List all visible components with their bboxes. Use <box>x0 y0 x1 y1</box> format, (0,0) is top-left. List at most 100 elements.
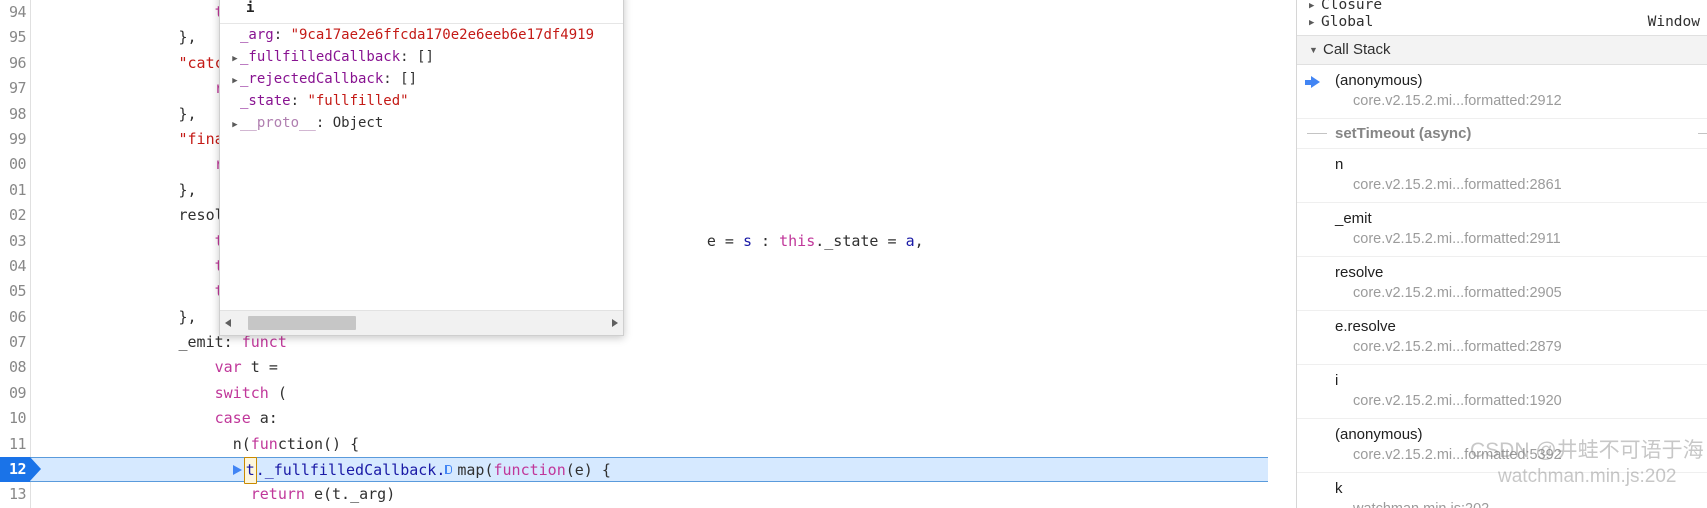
line-number[interactable]: 00 <box>0 152 30 177</box>
line-number[interactable]: 04 <box>0 254 30 279</box>
step-into-marker-icon[interactable] <box>232 465 244 476</box>
scope-row-global[interactable]: ▶ Global Window <box>1297 10 1707 35</box>
property-value: Object <box>332 115 384 131</box>
call-stack-section-header[interactable]: ▼ Call Stack <box>1297 35 1707 65</box>
call-stack-frame[interactable]: k watchman.min.js:202 <box>1297 473 1707 508</box>
line-number[interactable]: 07 <box>0 330 30 355</box>
code-token: fun <box>250 434 278 453</box>
code-line[interactable]: 96 "catch": fun <box>0 51 1268 76</box>
code-line[interactable]: 11 n(function() { <box>0 432 1268 457</box>
code-line[interactable]: 13 return e(t._arg) <box>0 482 1268 507</box>
property-separator: : <box>383 71 401 87</box>
call-stack-frame[interactable]: n core.v2.15.2.mi...formatted:2861 <box>1297 149 1707 203</box>
code-line[interactable]: 05 this._em <box>0 279 1268 304</box>
line-number[interactable]: 09 <box>0 381 30 406</box>
call-stack-source-location[interactable]: core.v2.15.2.mi...formatted:1920 <box>1335 391 1702 412</box>
code-editor[interactable]: 94 this95 },96 "catch": fun97 return t98… <box>0 0 1268 508</box>
call-stack-source-location[interactable]: watchman.min.js:202 <box>1335 499 1702 508</box>
line-number[interactable]: 95 <box>0 25 30 50</box>
call-stack-frame[interactable]: (anonymous) core.v2.15.2.mi...formatted:2… <box>1297 65 1707 119</box>
popover-horizontal-scrollbar[interactable] <box>220 310 623 335</box>
code-line[interactable]: 00 return t <box>0 152 1268 177</box>
code-line[interactable]: 10 case a: <box>0 406 1268 431</box>
call-stack-source-location[interactable]: core.v2.15.2.mi...formatted:2911 <box>1335 229 1702 250</box>
code-line[interactable]: 04 this._ar <box>0 254 1268 279</box>
scrollbar-thumb[interactable] <box>248 316 356 330</box>
code-line-active[interactable]: 12 t._fullfilledCallback. map(function(e)… <box>0 457 1268 485</box>
code-line[interactable]: 99 "finally": f <box>0 127 1268 152</box>
call-stack-source-location[interactable]: core.v2.15.2.mi...formatted:2861 <box>1335 175 1702 196</box>
code-line[interactable]: 06 }, <box>0 305 1268 330</box>
code-line[interactable]: 98 }, <box>0 102 1268 127</box>
code-token: a: <box>250 409 278 428</box>
call-stack-source-location[interactable]: core.v2.15.2.mi...formatted:2912 <box>1335 91 1702 112</box>
scope-row-closure[interactable]: ▶ Closure <box>1297 0 1707 10</box>
object-value-popover[interactable]: i ▶_arg: "9ca17ae2e6ffcda170e2e6eeb6e17d… <box>219 0 624 336</box>
call-stack-source-location[interactable]: core.v2.15.2.mi...formatted:5392 <box>1335 445 1702 466</box>
line-number[interactable]: 96 <box>0 51 30 76</box>
line-number[interactable]: 11 <box>0 432 30 457</box>
code-line-text: }, <box>34 178 197 203</box>
call-stack-function-name: _emit <box>1335 210 1372 227</box>
code-line[interactable]: 94 this <box>0 0 1268 25</box>
line-number[interactable]: 05 <box>0 279 30 304</box>
line-number[interactable]: 06 <box>0 305 30 330</box>
property-separator: : <box>273 27 291 43</box>
code-line[interactable]: 08 var t = <box>0 355 1268 380</box>
code-line-text: t._fullfilledCallback. map(function(e) { <box>34 457 611 485</box>
step-into-marker-hollow-icon[interactable] <box>445 465 456 476</box>
call-stack-title: Call Stack <box>1323 41 1391 58</box>
code-line-text: }, <box>34 102 197 127</box>
code-line[interactable]: 07 _emit: funct <box>0 330 1268 355</box>
call-stack-frame[interactable]: e.resolve core.v2.15.2.mi...formatted:287… <box>1297 311 1707 365</box>
line-number[interactable]: 94 <box>0 0 30 25</box>
scroll-left-arrow-icon[interactable] <box>220 311 237 335</box>
code-token: t <box>241 358 269 377</box>
popover-property-row[interactable]: ▶_arg: "9ca17ae2e6ffcda170e2e6eeb6e17df4… <box>220 24 623 46</box>
line-number[interactable]: 97 <box>0 76 30 101</box>
call-stack-function-name: resolve <box>1335 264 1384 281</box>
call-stack-frame[interactable]: i core.v2.15.2.mi...formatted:1920 <box>1297 365 1707 419</box>
code-line[interactable]: 97 return t <box>0 76 1268 101</box>
code-token: e(t._arg) <box>304 485 396 504</box>
popover-title: i <box>220 0 623 24</box>
popover-property-row[interactable]: ▶_state: "fullfilled" <box>220 90 623 112</box>
line-number[interactable]: 10 <box>0 406 30 431</box>
line-number[interactable]: 01 <box>0 178 30 203</box>
property-separator: : <box>400 49 418 65</box>
expand-triangle-icon[interactable]: ▶ <box>230 48 240 70</box>
popover-property-row[interactable]: ▶ __proto__: Object <box>220 112 623 134</box>
property-name: _state <box>240 93 291 109</box>
line-number[interactable]: 13 <box>0 482 30 507</box>
expand-triangle-icon[interactable]: ▶ <box>230 70 240 92</box>
call-stack-frame[interactable]: resolve core.v2.15.2.mi...formatted:2905 <box>1297 257 1707 311</box>
line-number[interactable]: 99 <box>0 127 30 152</box>
code-line[interactable]: 02 resolve: fun <box>0 203 1268 228</box>
line-number[interactable]: 02 <box>0 203 30 228</box>
separator-dash <box>1307 133 1327 134</box>
line-number[interactable]: 08 <box>0 355 30 380</box>
line-number[interactable]: 03 <box>0 229 30 254</box>
scope-closure-label: Closure <box>1321 0 1383 10</box>
property-value: [] <box>417 49 434 65</box>
line-number[interactable]: 12 <box>0 457 30 483</box>
scroll-right-arrow-icon[interactable] <box>606 311 623 335</box>
call-stack-source-location[interactable]: core.v2.15.2.mi...formatted:2905 <box>1335 283 1702 304</box>
property-separator: : <box>315 115 333 131</box>
code-line[interactable]: 03 this._ste = s : this._state = a, <box>0 229 1268 254</box>
call-stack-source-location[interactable]: core.v2.15.2.mi...formatted:2879 <box>1335 337 1702 358</box>
call-stack-frame[interactable]: _emit core.v2.15.2.mi...formatted:2911 <box>1297 203 1707 257</box>
property-value: "9ca17ae2e6ffcda170e2e6eeb6e17df4919 <box>290 27 595 43</box>
code-line[interactable]: 95 }, <box>0 25 1268 50</box>
code-line[interactable]: 01 }, <box>0 178 1268 203</box>
popover-property-row[interactable]: ▶ _fullfilledCallback: [] <box>220 46 623 68</box>
chevron-right-icon: ▶ <box>1309 1 1315 10</box>
code-token: n( <box>232 434 251 453</box>
property-name: _rejectedCallback <box>240 71 384 87</box>
call-stack-frame[interactable]: (anonymous) core.v2.15.2.mi...formatted:5… <box>1297 419 1707 473</box>
expand-triangle-icon[interactable]: ▶ <box>230 114 240 136</box>
code-line[interactable]: 09 switch ( <box>0 381 1268 406</box>
code-token: map( <box>457 461 494 480</box>
line-number[interactable]: 98 <box>0 102 30 127</box>
popover-property-row[interactable]: ▶ _rejectedCallback: [] <box>220 68 623 90</box>
